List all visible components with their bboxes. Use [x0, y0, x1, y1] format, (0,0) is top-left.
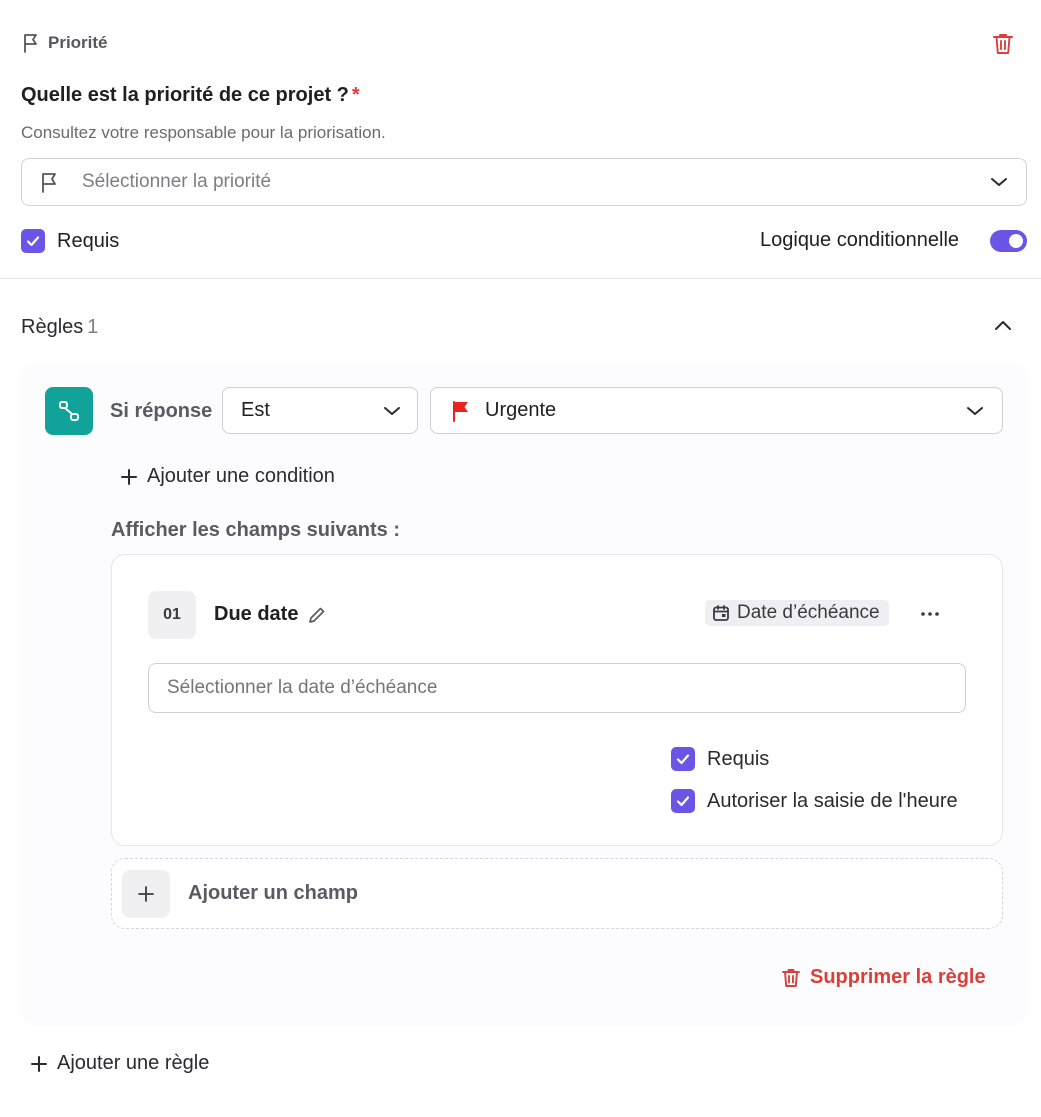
- branch-icon: [57, 399, 81, 423]
- allow-time-row: Autoriser la saisie de l'heure: [671, 789, 958, 813]
- rules-count: 1: [87, 316, 99, 338]
- due-date-input[interactable]: [148, 663, 966, 713]
- check-icon: [676, 795, 690, 807]
- required-label: Requis: [57, 229, 120, 252]
- required-checkbox-row: Requis: [21, 229, 119, 253]
- conditional-logic-row: Logique conditionnelle: [760, 229, 1027, 252]
- field-type-text: Date d’échéance: [737, 602, 880, 623]
- field-type-label: Priorité: [22, 33, 108, 53]
- question-title: Quelle est la priorité de ce projet ? *: [21, 84, 360, 107]
- check-icon: [676, 753, 690, 765]
- field-type-chip: Date d’échéance: [705, 600, 889, 626]
- field-name: Due date: [214, 603, 299, 625]
- rules-header: Règles 1: [21, 316, 98, 339]
- priority-select-placeholder: Sélectionner la priorité: [82, 171, 272, 192]
- field-required-checkbox[interactable]: [671, 747, 695, 771]
- add-rule-button[interactable]: Ajouter une règle: [30, 1052, 209, 1075]
- field-more-button[interactable]: [915, 602, 945, 626]
- flag-icon: [40, 171, 60, 193]
- required-checkbox[interactable]: [21, 229, 45, 253]
- calendar-icon: [712, 604, 730, 622]
- toggle-knob: [1009, 233, 1023, 248]
- rule-icon: [45, 387, 93, 435]
- operator-select[interactable]: Est: [222, 387, 418, 434]
- field-type-text: Priorité: [48, 33, 108, 52]
- chevron-up-icon: [990, 314, 1016, 338]
- allow-time-checkbox[interactable]: [671, 789, 695, 813]
- plus-icon: [137, 885, 155, 903]
- plus-icon: [120, 468, 138, 486]
- chevron-down-icon: [966, 405, 984, 417]
- conditional-logic-label: Logique conditionnelle: [760, 229, 960, 251]
- add-field-button[interactable]: Ajouter un champ: [111, 858, 1003, 929]
- divider: [0, 278, 1041, 279]
- delete-field-button[interactable]: [990, 32, 1016, 56]
- priority-select[interactable]: Sélectionner la priorité: [21, 158, 1027, 206]
- required-mark: *: [351, 84, 360, 106]
- allow-time-label: Autoriser la saisie de l'heure: [707, 789, 958, 812]
- chevron-down-icon: [383, 405, 401, 417]
- delete-rule-button[interactable]: Supprimer la règle: [780, 966, 986, 989]
- operator-value: Est: [241, 399, 270, 421]
- pencil-icon: [307, 605, 327, 625]
- trash-icon: [990, 32, 1016, 56]
- show-fields-label: Afficher les champs suivants :: [111, 519, 400, 541]
- add-condition-button[interactable]: Ajouter une condition: [120, 465, 335, 488]
- chevron-down-icon: [990, 176, 1008, 188]
- field-required-row: Requis: [671, 747, 769, 771]
- field-number: 01: [148, 591, 196, 639]
- add-field-label: Ajouter un champ: [188, 882, 359, 904]
- check-icon: [26, 235, 40, 247]
- plus-icon: [30, 1055, 48, 1073]
- field-required-label: Requis: [707, 747, 770, 770]
- condition-label: Si réponse: [110, 400, 213, 422]
- conditional-logic-toggle[interactable]: [990, 229, 1027, 252]
- add-condition-label: Ajouter une condition: [147, 465, 335, 487]
- question-text: Quelle est la priorité de ce projet ?: [21, 84, 349, 106]
- edit-name-button[interactable]: [307, 605, 327, 625]
- rules-title: Règles: [21, 316, 84, 338]
- condition-value-text: Urgente: [485, 399, 557, 421]
- field-name-row: Due date: [214, 603, 327, 626]
- condition-value-select[interactable]: Urgente: [430, 387, 1003, 434]
- flag-icon: [22, 33, 40, 53]
- add-rule-label: Ajouter une règle: [57, 1052, 210, 1074]
- more-horizontal-icon: [915, 602, 945, 626]
- plus-box: [122, 869, 170, 918]
- question-help: Consultez votre responsable pour la prio…: [21, 123, 386, 142]
- delete-rule-label: Supprimer la règle: [810, 966, 986, 988]
- collapse-rules-button[interactable]: [990, 314, 1016, 338]
- red-flag-icon: [451, 400, 471, 422]
- trash-icon: [780, 967, 802, 989]
